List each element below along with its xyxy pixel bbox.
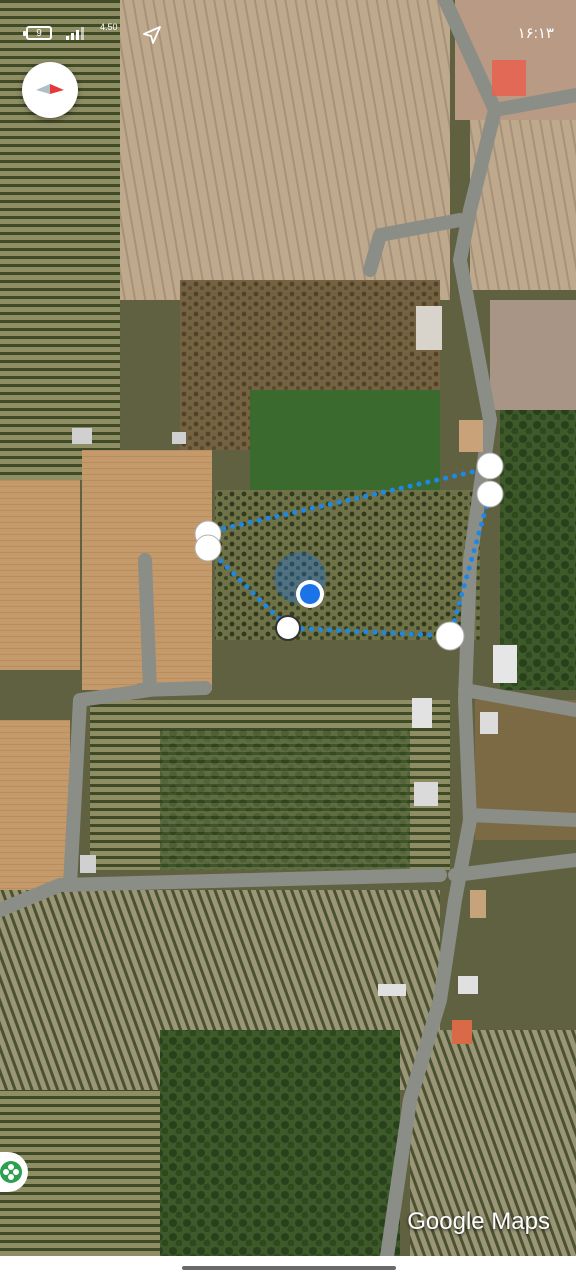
compass-button[interactable]	[22, 62, 78, 118]
google-maps-logo: Google Maps	[407, 1208, 550, 1235]
vertex-handle	[194, 534, 222, 562]
tan-field-3	[0, 720, 70, 900]
vertex-handle	[435, 621, 465, 651]
tan-field-1	[0, 480, 80, 670]
compass-icon	[36, 84, 64, 94]
field-east-2	[490, 300, 576, 410]
status-time: ۱۶:۱۳	[517, 25, 554, 42]
measured-plot	[215, 490, 480, 640]
network-speed: 4.50	[100, 22, 118, 32]
flower-icon	[0, 1161, 22, 1183]
signal-icon	[66, 27, 84, 40]
green-orchard	[250, 390, 440, 490]
vertex-handle	[275, 615, 301, 641]
system-nav-bar	[0, 1256, 576, 1280]
vertex-handle	[476, 480, 504, 508]
my-location-dot	[300, 584, 320, 604]
satellite-map[interactable]	[0, 0, 576, 1280]
status-bar: 9 4.50 ۱۶:۱۳	[0, 0, 576, 66]
home-indicator[interactable]	[182, 1266, 396, 1270]
tree-cluster-south	[160, 1030, 400, 1260]
vertex-handle	[476, 452, 504, 480]
navigation-arrow-icon	[143, 26, 161, 44]
battery-level: 9	[36, 28, 42, 39]
battery-icon: 9	[23, 26, 52, 40]
network-speed-value: 4.50	[100, 22, 118, 32]
